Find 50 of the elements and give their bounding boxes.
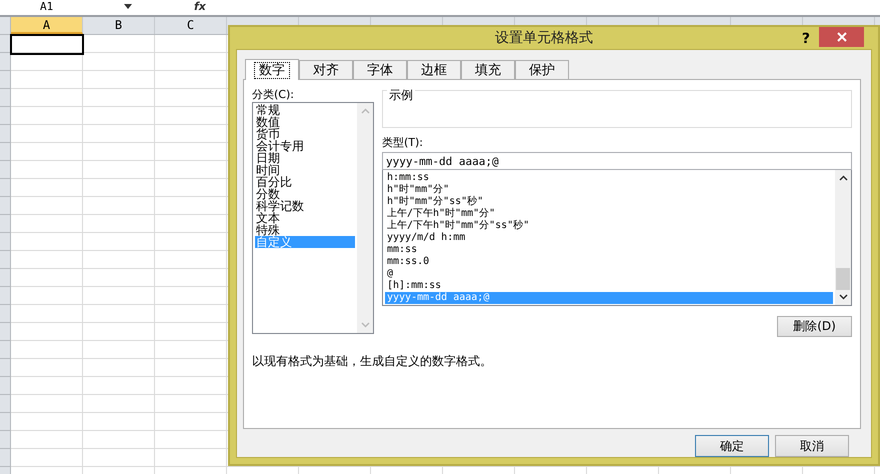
format-item[interactable]: 上午/下午h"时"mm"分"ss"秒"	[385, 220, 833, 232]
description-text: 以现有格式为基础，生成自定义的数字格式。	[252, 353, 493, 370]
category-item[interactable]: 特殊	[255, 224, 355, 236]
format-item[interactable]: [h]:mm:ss	[385, 280, 833, 292]
format-item[interactable]: h"时"mm"分"ss"秒"	[385, 196, 833, 208]
category-item[interactable]: 货币	[255, 128, 355, 140]
column-header[interactable]: B	[83, 17, 155, 34]
scroll-down-icon[interactable]	[838, 294, 848, 300]
tab[interactable]: 边框	[407, 60, 461, 79]
format-item[interactable]: mm:ss.0	[385, 256, 833, 268]
category-item[interactable]: 科学记数	[255, 200, 355, 212]
cancel-button[interactable]: 取消	[775, 435, 849, 457]
category-item[interactable]: 数值	[255, 116, 355, 128]
type-input-field[interactable]: yyyy-mm-dd aaaa;@	[382, 152, 852, 170]
tab[interactable]: 保护	[515, 60, 569, 79]
close-button[interactable]	[819, 27, 864, 47]
format-item[interactable]: h:mm:ss	[385, 172, 833, 184]
category-item[interactable]: 百分比	[255, 176, 355, 188]
active-cell[interactable]	[10, 34, 84, 55]
column-header[interactable]: A	[11, 17, 83, 34]
dialog-title: 设置单元格格式	[495, 29, 593, 47]
scrollbar[interactable]	[835, 170, 851, 305]
category-item[interactable]: 日期	[255, 152, 355, 164]
category-item[interactable]: 会计专用	[255, 140, 355, 152]
dropdown-caret-icon[interactable]	[124, 4, 132, 9]
format-item[interactable]: mm:ss	[385, 244, 833, 256]
category-item[interactable]: 分数	[255, 188, 355, 200]
category-label: 分类(C):	[252, 88, 295, 102]
format-item[interactable]: h"时"mm"分"	[385, 184, 833, 196]
name-box[interactable]: A1	[40, 0, 120, 12]
scroll-thumb[interactable]	[836, 268, 850, 290]
type-label: 类型(T):	[382, 136, 424, 150]
tab[interactable]: 数字	[245, 59, 299, 80]
format-item[interactable]: 上午/下午h"时"mm"分"	[385, 208, 833, 220]
scroll-up-icon[interactable]	[838, 175, 848, 181]
tab[interactable]: 对齐	[299, 60, 353, 79]
category-item[interactable]: 常规	[255, 104, 355, 116]
category-item[interactable]: 文本	[255, 212, 355, 224]
delete-button[interactable]: 删除(D)	[777, 316, 852, 337]
format-item[interactable]: yyyy/m/d h:mm	[385, 232, 833, 244]
function-label[interactable]: fx	[194, 0, 206, 12]
column-header[interactable]: C	[155, 17, 227, 34]
close-icon	[836, 32, 846, 42]
tab[interactable]: 填充	[461, 60, 515, 79]
format-item[interactable]: @	[385, 268, 833, 280]
help-button[interactable]: ?	[802, 31, 810, 47]
category-item[interactable]: 时间	[255, 164, 355, 176]
tab[interactable]: 字体	[353, 60, 407, 79]
sample-label: 示例	[387, 88, 415, 102]
ok-button[interactable]: 确定	[695, 435, 769, 457]
